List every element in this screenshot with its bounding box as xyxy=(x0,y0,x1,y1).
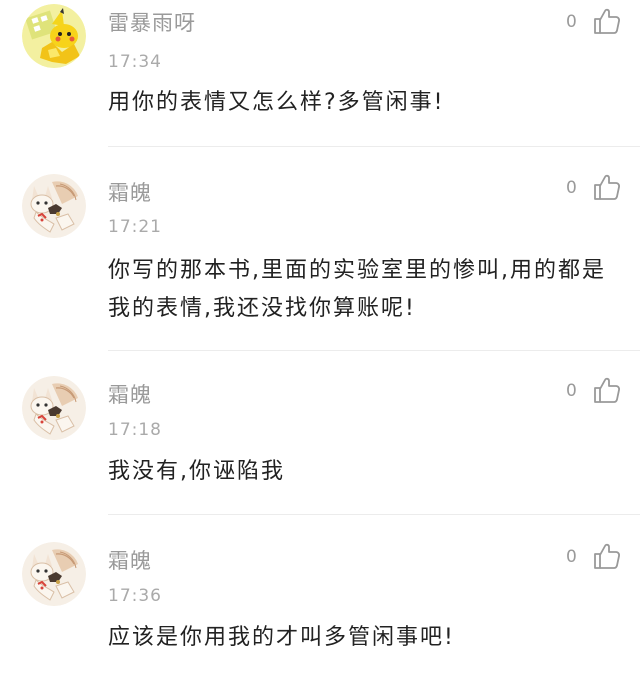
pikachu-avatar-icon xyxy=(22,4,86,68)
thumbs-up-icon[interactable] xyxy=(592,172,622,202)
thumbs-up-icon[interactable] xyxy=(592,541,622,571)
timestamp: 17:36 xyxy=(108,586,162,606)
thumbs-up-icon[interactable] xyxy=(592,6,622,36)
divider xyxy=(108,514,640,515)
timestamp: 17:21 xyxy=(108,217,162,237)
fox-avatar-icon xyxy=(22,542,86,606)
thumbs-up-icon[interactable] xyxy=(592,375,622,405)
like-count: 0 xyxy=(566,12,577,32)
comment-text: 我没有,你诬陷我 xyxy=(108,459,285,484)
fox-avatar-icon xyxy=(22,174,86,238)
divider xyxy=(108,146,640,147)
comment-text: 应该是你用我的才叫多管闲事吧! xyxy=(108,625,455,650)
avatar[interactable] xyxy=(22,4,86,68)
like-count: 0 xyxy=(566,381,577,401)
username[interactable]: 霜魄 xyxy=(108,379,152,409)
timestamp: 17:18 xyxy=(108,420,162,440)
avatar[interactable] xyxy=(22,542,86,606)
fox-avatar-icon xyxy=(22,376,86,440)
like-count: 0 xyxy=(566,547,577,567)
like-count: 0 xyxy=(566,178,577,198)
username[interactable]: 霜魄 xyxy=(108,177,152,207)
divider xyxy=(108,350,640,351)
username[interactable]: 霜魄 xyxy=(108,545,152,575)
comment-text: 用你的表情又怎么样?多管闲事! xyxy=(108,90,445,115)
avatar[interactable] xyxy=(22,174,86,238)
comment-text: 你写的那本书,里面的实验室里的惨叫,用的都是我的表情,我还没找你算账呢! xyxy=(108,258,606,321)
username[interactable]: 雷暴雨呀 xyxy=(108,7,196,37)
avatar[interactable] xyxy=(22,376,86,440)
timestamp: 17:34 xyxy=(108,52,162,72)
